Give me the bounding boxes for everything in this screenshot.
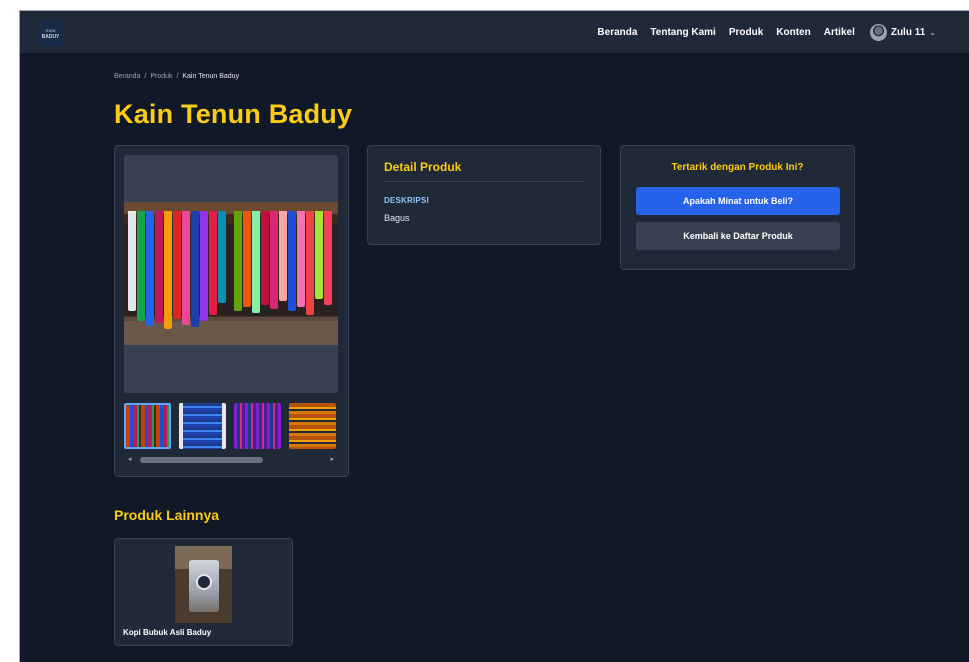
scroll-right-icon[interactable]: ▸	[330, 455, 334, 465]
chevron-down-icon: ⌄	[929, 27, 936, 37]
thumbnail-4[interactable]	[289, 403, 336, 449]
thumbnail-1[interactable]	[124, 403, 171, 449]
user-name: Zulu 11	[890, 26, 926, 38]
back-to-products-button[interactable]: Kembali ke Daftar Produk	[636, 222, 840, 250]
thumbnail-strip	[124, 403, 338, 451]
thumbnail-3[interactable]	[234, 403, 281, 449]
logo-text: BADUY	[41, 33, 60, 40]
nav-link-beranda[interactable]: Beranda	[597, 27, 637, 38]
main-product-image	[124, 155, 338, 393]
avatar	[869, 23, 887, 41]
buy-interest-button[interactable]: Apakah Minat untuk Beli?	[636, 187, 840, 215]
scroll-thumb[interactable]	[140, 457, 263, 463]
page-title: Kain Tenun Baduy	[114, 99, 353, 129]
nav-link-produk[interactable]: Produk	[729, 27, 763, 38]
user-menu[interactable]: Zulu 11 ⌄	[869, 23, 936, 41]
interest-card: Tertarik dengan Produk Ini? Apakah Minat…	[620, 145, 855, 270]
detail-title: Detail Produk	[384, 160, 584, 182]
breadcrumb-beranda[interactable]: Beranda	[114, 73, 140, 80]
product-photo	[124, 202, 338, 345]
other-products-title: Produk Lainnya	[114, 507, 220, 523]
thumbnail-scrollbar[interactable]: ◂ ▸	[124, 455, 338, 465]
nav-link-tentang-kami[interactable]: Tentang Kami	[650, 27, 715, 38]
detail-card: Detail Produk DESKRIPSI Bagus	[367, 145, 601, 245]
thumbnail-2[interactable]	[179, 403, 226, 449]
nav-links: Beranda Tentang Kami Produk Konten Artik…	[597, 11, 936, 53]
product-gallery: ◂ ▸	[114, 145, 349, 477]
breadcrumb-current: Kain Tenun Baduy	[182, 73, 240, 80]
logo-small-text: KAIN	[45, 27, 56, 33]
breadcrumb-separator: /	[176, 73, 179, 80]
interest-title: Tertarik dengan Produk Ini?	[671, 162, 804, 173]
scroll-left-icon[interactable]: ◂	[128, 455, 132, 465]
description-value: Bagus	[384, 213, 410, 223]
product-thumbnail	[175, 546, 232, 623]
breadcrumb: Beranda / Produk / Kain Tenun Baduy	[114, 73, 239, 80]
page-frame: KAIN BADUY Beranda Tentang Kami Produk K…	[19, 10, 969, 662]
product-card[interactable]: Kopi Bubuk Asli Baduy	[114, 538, 293, 646]
site-logo[interactable]: KAIN BADUY	[37, 21, 64, 46]
description-label: DESKRIPSI	[384, 196, 429, 205]
navbar: KAIN BADUY Beranda Tentang Kami Produk K…	[20, 11, 969, 53]
nav-link-konten[interactable]: Konten	[776, 27, 810, 38]
breadcrumb-separator: /	[144, 73, 147, 80]
product-name: Kopi Bubuk Asli Baduy	[123, 628, 212, 637]
breadcrumb-produk[interactable]: Produk	[150, 73, 172, 80]
nav-link-artikel[interactable]: Artikel	[824, 27, 855, 38]
